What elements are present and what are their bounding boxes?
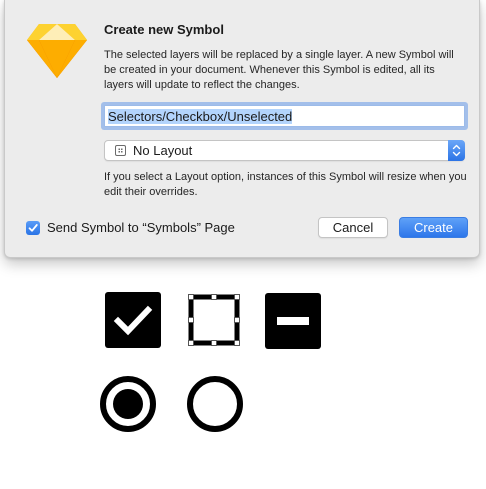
create-button[interactable]: Create: [399, 217, 468, 238]
sketch-diamond-icon: [25, 18, 89, 82]
checkmark-icon: [28, 224, 38, 232]
cancel-button[interactable]: Cancel: [318, 217, 388, 238]
radio-selected-icon: [100, 376, 156, 432]
create-symbol-dialog: Create new Symbol The selected layers wi…: [4, 0, 480, 258]
layout-select-value: No Layout: [133, 143, 193, 158]
radio-unselected-icon: [187, 376, 243, 432]
chevron-updown-icon[interactable]: [448, 140, 465, 161]
send-to-symbols-checkbox[interactable]: [26, 221, 40, 235]
layout-grid-icon: [115, 145, 126, 156]
radio-unselected-symbol[interactable]: [186, 375, 244, 433]
layout-select[interactable]: No Layout: [104, 140, 465, 161]
checkmark-icon: [113, 305, 153, 336]
checkbox-unselected-symbol[interactable]: [188, 294, 240, 346]
checkbox-indeterminate-symbol[interactable]: [265, 293, 321, 349]
selection-frame: [188, 294, 240, 346]
design-canvas[interactable]: Create new Symbol The selected layers wi…: [0, 0, 486, 489]
checkbox-checked-symbol[interactable]: [105, 292, 161, 348]
send-to-symbols-label[interactable]: Send Symbol to “Symbols” Page: [47, 220, 235, 235]
dialog-description: The selected layers will be replaced by …: [104, 49, 454, 91]
layout-hint-text: If you select a Layout option, instances…: [104, 171, 467, 198]
minus-icon: [277, 317, 309, 325]
radio-selected-symbol[interactable]: [99, 375, 157, 433]
symbol-name-input[interactable]: [104, 105, 465, 127]
dialog-title: Create new Symbol: [104, 22, 224, 37]
